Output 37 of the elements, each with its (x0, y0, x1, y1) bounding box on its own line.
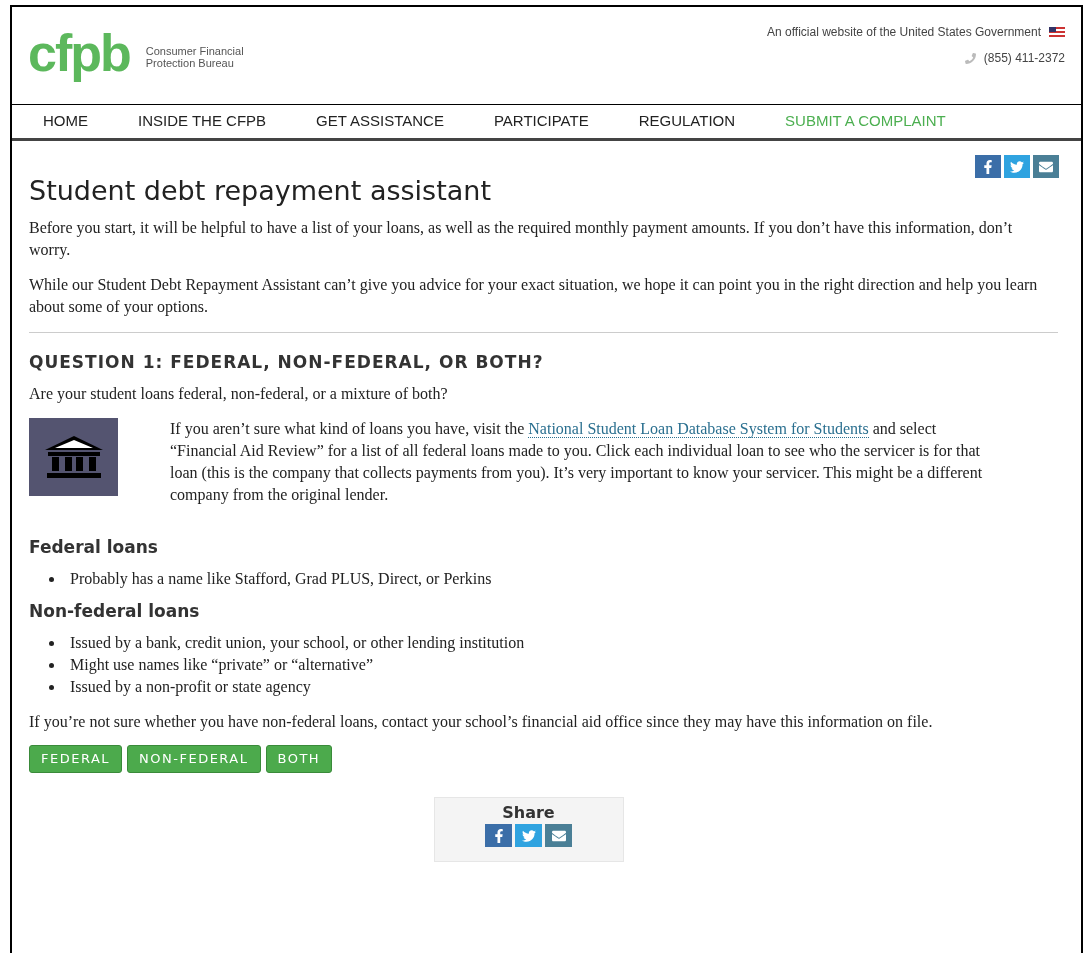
twitter-icon[interactable] (1004, 155, 1030, 178)
agency-name: Protection Bureau (145, 57, 235, 69)
bullet-icon (49, 576, 54, 582)
bullet-icon (49, 684, 54, 690)
agency-name: Consumer Financial (145, 45, 244, 57)
email-icon[interactable] (545, 824, 572, 847)
page-title: Student debt repayment assistant (29, 177, 491, 204)
nav-link[interactable]: REGULATION (638, 110, 736, 133)
twitter-icon[interactable] (515, 824, 542, 847)
bullet-text: Might use names like “private” or “alternative” (70, 655, 373, 676)
question-heading: QUESTION 1: FEDERAL, NON-FEDERAL, OR BOTH? (29, 351, 545, 373)
section-heading: Federal loans (29, 536, 159, 558)
phone-icon (964, 52, 976, 64)
flag-icon (1049, 27, 1065, 37)
note-paragraph: If you’re not sure whether you have non-federal loans, contact your school’s financial aid office since they may have this information on file. (29, 712, 934, 733)
nav-link[interactable]: HOME (43, 110, 88, 133)
info-paragraph: If you aren’t sure what kind of loans you have, visit the National Student Loan Database System for Students and select “Financial Aid Review” for a list of all federal loans made to you. Click each individual loan to see who the servicer is for that loan (this is the company that collects payments from you). It’s very important to know your servicer. This might be a different company from the original lender. (170, 419, 984, 506)
facebook-icon[interactable] (485, 824, 512, 847)
bullet-icon (49, 640, 54, 646)
intro-paragraph: While our Student Debt Repayment Assistant can’t give you advice for your exact situation, we hope it can point you in the right direction and help you learn about some of your options. (29, 275, 1039, 318)
facebook-icon[interactable] (975, 155, 1001, 178)
email-icon[interactable] (1033, 155, 1059, 178)
share-label: Share (502, 802, 555, 824)
nav-link[interactable]: INSIDE THE CFPB (138, 110, 267, 133)
section-heading: Non-federal loans (29, 600, 201, 622)
nav-link[interactable]: PARTICIPATE (493, 110, 589, 133)
bullet-text: Issued by a non-profit or state agency (70, 677, 311, 698)
bank-icon (29, 418, 118, 496)
bullet-text: Probably has a name like Stafford, Grad PLUS, Direct, or Perkins (70, 569, 492, 590)
official-notice: An official website of the United States Government (767, 24, 1041, 41)
bullet-icon (49, 662, 54, 668)
intro-paragraph: Before you start, it will be helpful to have a list of your loans, as well as the required monthly payment amounts. If you don’t have this information, don’t worry. (29, 218, 1014, 261)
nav-link[interactable]: GET ASSISTANCE (316, 110, 444, 133)
bullet-text: Issued by a bank, credit union, your school, or other lending institution (70, 633, 525, 654)
phone-number: (855) 411-2372 (983, 50, 1065, 67)
question-prompt: Are your student loans federal, non-federal, or a mixture of both? (29, 384, 449, 405)
database-link[interactable]: National Student Loan Database System for Students (528, 420, 869, 438)
